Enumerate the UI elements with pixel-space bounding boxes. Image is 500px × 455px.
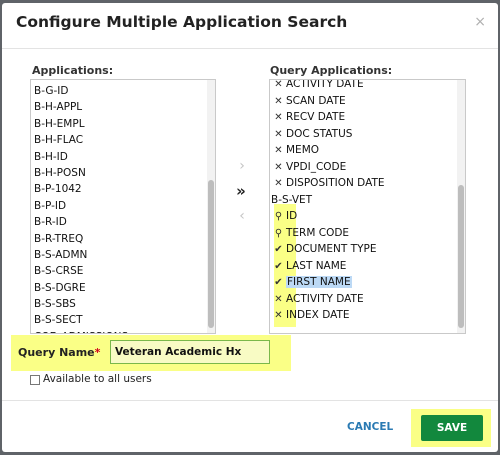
list-item[interactable]: B-S-SBS xyxy=(31,296,205,312)
list-item-label: ACTIVITY DATE xyxy=(286,292,364,305)
list-item[interactable]: B-S-ADMN xyxy=(31,247,205,263)
query-applications-scrollbar[interactable] xyxy=(457,80,465,333)
list-item[interactable]: B-P-1042 xyxy=(31,181,205,197)
list-item-label: DOCUMENT TYPE xyxy=(286,243,377,255)
save-button[interactable]: SAVE xyxy=(421,415,483,441)
list-item[interactable]: ✔ LAST NAME xyxy=(273,258,346,274)
close-icon: ✕ xyxy=(274,178,283,189)
query-applications-listbox[interactable]: ✕ ACTIVITY DATE ✕ SCAN DATE ✕ RECV DATE ✕ DOC S… xyxy=(269,79,466,334)
list-item[interactable]: ✕ DOC STATUS xyxy=(273,126,352,142)
list-item-label: DISPOSITION DATE xyxy=(286,177,385,189)
applications-label: Applications: xyxy=(32,64,114,77)
query-name-label-text: Query Name xyxy=(18,346,95,359)
cancel-button[interactable]: CANCEL xyxy=(347,421,393,433)
list-item[interactable]: ✕ VPDI_CODE xyxy=(273,159,346,175)
list-item[interactable]: COE_ADMISSIONS xyxy=(31,329,205,333)
dialog-header: Configure Multiple Application Search × xyxy=(2,3,498,49)
close-icon: ✕ xyxy=(274,79,283,90)
list-item[interactable]: ✕ MEMO xyxy=(273,142,319,158)
list-item-label: ACTIVITY DATE xyxy=(286,79,364,90)
list-item-label: SCAN DATE xyxy=(286,94,346,107)
list-item[interactable]: B-S-SECT xyxy=(31,312,205,328)
list-item[interactable]: B-H-EMPL xyxy=(31,116,205,132)
available-to-all-label: Available to all users xyxy=(43,373,152,385)
list-item[interactable]: B-S-CRSE xyxy=(31,263,205,279)
query-name-label: Query Name* xyxy=(18,346,100,359)
remove-selected-button[interactable]: ‹ xyxy=(234,208,250,224)
applications-scrollbar[interactable] xyxy=(207,80,215,333)
search-icon: ⚲ xyxy=(274,227,283,239)
list-item[interactable]: ⚲ ID xyxy=(273,208,297,224)
close-icon: ✕ xyxy=(274,112,283,123)
check-icon: ✔ xyxy=(274,260,283,272)
list-item[interactable]: ✕ DISPOSITION DATE xyxy=(273,175,385,191)
check-icon: ✔ xyxy=(274,244,283,255)
query-applications-label: Query Applications: xyxy=(270,64,393,77)
close-icon[interactable]: × xyxy=(474,14,486,30)
applications-scroll-thumb[interactable] xyxy=(208,180,214,328)
list-item[interactable]: ✕ ACTIVITY DATE xyxy=(273,291,364,307)
query-name-input[interactable] xyxy=(110,340,270,364)
dialog-title: Configure Multiple Application Search xyxy=(16,13,348,31)
configure-search-dialog: Configure Multiple Application Search × … xyxy=(2,3,498,452)
list-item-label: LAST NAME xyxy=(286,259,347,272)
list-item-label: ID xyxy=(286,210,298,222)
add-all-button[interactable]: » xyxy=(233,183,249,199)
add-selected-button[interactable]: › xyxy=(234,158,250,174)
list-item[interactable]: B-G-ID xyxy=(31,83,205,99)
list-item[interactable]: B-H-ID xyxy=(31,149,205,165)
close-icon: ✕ xyxy=(274,128,283,140)
list-item-label: TERM CODE xyxy=(286,226,350,239)
list-item[interactable]: B-H-FLAC xyxy=(31,132,205,148)
close-icon: ✕ xyxy=(274,95,283,107)
required-marker: * xyxy=(94,346,101,359)
list-item-label: RECV DATE xyxy=(286,111,346,123)
query-applications-scroll-thumb[interactable] xyxy=(458,185,464,328)
close-icon: ✕ xyxy=(274,293,283,305)
list-item[interactable]: B-R-TREQ xyxy=(31,231,205,247)
close-icon: ✕ xyxy=(274,145,283,156)
footer-divider xyxy=(2,400,498,401)
close-icon: ✕ xyxy=(274,161,283,173)
list-item[interactable]: ✕ RECV DATE xyxy=(273,109,345,125)
list-item-label: VPDI_CODE xyxy=(286,160,347,173)
list-item[interactable]: ✔ FIRST NAME xyxy=(273,274,352,290)
list-item[interactable]: ⚲ TERM CODE xyxy=(273,225,349,241)
list-item-label: INDEX DATE xyxy=(286,309,350,321)
list-item[interactable]: B-H-POSN xyxy=(31,165,205,181)
applications-listbox[interactable]: B-G-ID B-H-APPL B-H-EMPL B-H-FLAC B-H-ID B-H-… xyxy=(30,79,216,334)
list-item[interactable]: ✕ INDEX DATE xyxy=(273,307,350,323)
list-item-label: MEMO xyxy=(286,144,320,156)
list-item[interactable]: B-R-ID xyxy=(31,214,205,230)
list-item-label: FIRST NAME xyxy=(286,276,352,288)
list-item[interactable]: B-H-APPL xyxy=(31,99,205,115)
list-item[interactable]: B-P-ID xyxy=(31,198,205,214)
check-icon: ✔ xyxy=(274,277,283,288)
list-item[interactable]: ✕ SCAN DATE xyxy=(273,93,346,109)
available-to-all-checkbox[interactable] xyxy=(30,375,40,385)
search-icon: ⚲ xyxy=(274,211,283,222)
group-header: B-S-VET xyxy=(271,193,313,206)
list-item[interactable]: ✕ ACTIVITY DATE xyxy=(273,79,364,92)
list-item[interactable]: ✔ DOCUMENT TYPE xyxy=(273,241,376,257)
close-icon: ✕ xyxy=(274,310,283,321)
list-item-label: DOC STATUS xyxy=(286,127,353,140)
list-item[interactable]: B-S-DGRE xyxy=(31,280,205,296)
